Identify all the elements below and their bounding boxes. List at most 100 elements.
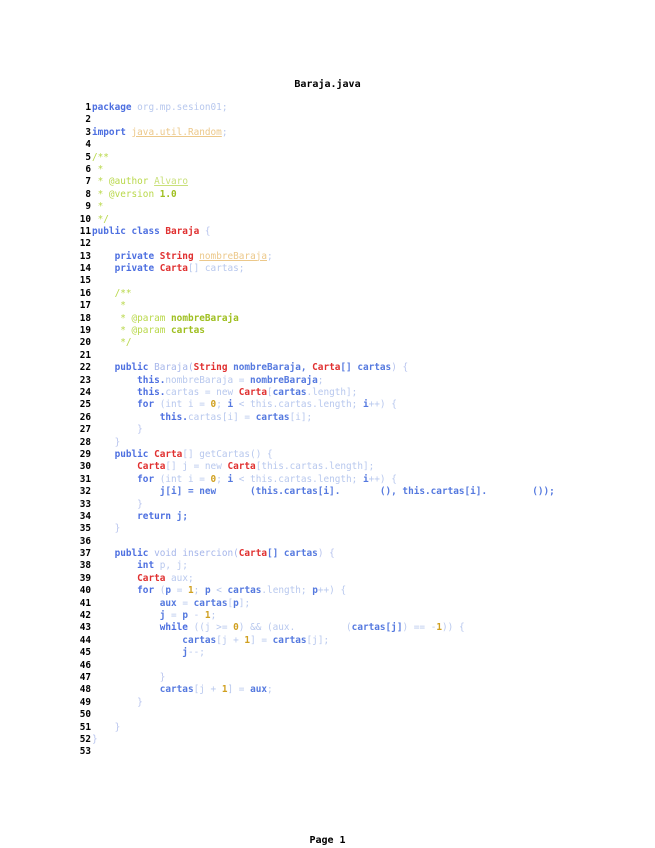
line-number: 22	[79, 362, 91, 374]
code-line: 33 }	[78, 499, 555, 511]
code-token: [j +	[193, 684, 222, 696]
code-token: Carta	[137, 572, 166, 584]
code-token: for	[92, 473, 160, 485]
code-token: }	[92, 721, 121, 733]
code-token: aux	[250, 684, 268, 696]
code-token: ) {	[317, 548, 335, 560]
code-token: ;	[216, 399, 228, 411]
code-token: ;	[210, 610, 217, 622]
code-token: ;	[193, 585, 205, 597]
code-text: }	[91, 499, 143, 511]
code-token: j	[92, 610, 166, 622]
code-token: nombreBaraja	[199, 250, 267, 262]
code-token: j;	[176, 510, 188, 522]
code-token: [j +	[216, 634, 245, 646]
code-text: j--;	[91, 647, 205, 659]
line-number: 24	[79, 386, 91, 398]
code-text: this.cartas = new Carta[cartas.length];	[91, 387, 357, 399]
line-number: 52	[79, 733, 91, 745]
line-number: 45	[79, 647, 91, 659]
code-text: while ((j >= 0) && (aux. (cartas[j]) == …	[91, 622, 465, 634]
code-token: /**	[92, 151, 109, 163]
code-token: ;	[317, 374, 324, 386]
code-line: 38 int p, j;	[78, 560, 555, 572]
line-number: 37	[79, 548, 91, 560]
code-text: public Baraja(String nombreBaraja, Carta…	[91, 362, 409, 374]
code-token: cartas	[227, 585, 262, 597]
code-token: 1.0	[159, 188, 177, 200]
line-number: 41	[79, 597, 91, 609]
line-number: 49	[79, 696, 91, 708]
code-line: 30 Carta[] j = new Carta[this.cartas.len…	[78, 461, 555, 473]
code-token: aux;	[165, 572, 194, 584]
code-listing: 1package org.mp.sesion01; 2 3import java.u…	[78, 102, 555, 759]
code-token: }	[92, 696, 143, 708]
line-number: 40	[79, 585, 91, 597]
code-token: [] cartas	[267, 548, 318, 560]
line-number: 32	[79, 486, 91, 498]
code-line: 25 for (int i = 0; i < this.cartas.lengt…	[78, 399, 555, 411]
code-token: cartas	[272, 386, 307, 398]
code-token: this.	[92, 411, 188, 423]
code-text: aux = cartas[p];	[91, 598, 250, 610]
code-token: (int i =	[159, 473, 211, 485]
line-number: 38	[79, 560, 91, 572]
code-text: j = p - 1;	[91, 610, 217, 622]
line-number: 5	[85, 151, 91, 163]
code-token: cartas[i] =	[187, 411, 256, 423]
line-number: 20	[79, 337, 91, 349]
line-number: 18	[79, 312, 91, 324]
line-number: 12	[79, 238, 91, 250]
line-number: 51	[79, 721, 91, 733]
code-token: ;	[221, 126, 228, 138]
code-token: ((j >=	[193, 622, 234, 634]
code-token: cartas	[255, 411, 290, 423]
code-line: 51 }	[78, 722, 555, 734]
code-token: String	[159, 250, 194, 262]
code-line: 21	[78, 350, 555, 362]
code-token: [] cartas	[340, 362, 392, 374]
code-token: ) == -	[402, 622, 437, 634]
line-number: 19	[79, 325, 91, 337]
line-number: 25	[79, 399, 91, 411]
code-token: < this.cartas.length;	[233, 399, 363, 411]
code-text: }	[91, 437, 121, 449]
line-number: 29	[79, 448, 91, 460]
code-token: j[i] = new (this.cartas[i]. (), this.car…	[92, 486, 555, 498]
code-text: import java.util.Random;	[91, 127, 227, 139]
code-line: 4	[78, 139, 555, 151]
code-token: cartas	[193, 597, 228, 609]
code-token: private	[92, 250, 160, 262]
code-line: 44 cartas[j + 1] = cartas[j];	[78, 635, 555, 647]
code-token: =	[165, 610, 183, 622]
code-line: 48 cartas[j + 1] = aux;	[78, 684, 555, 696]
code-token: private	[92, 263, 160, 275]
code-token: -	[187, 610, 205, 622]
code-token: Baraja	[165, 225, 200, 237]
line-number: 48	[79, 684, 91, 696]
code-line: 16 /**	[78, 288, 555, 300]
code-line: 45 j--;	[78, 647, 555, 659]
line-number: 30	[79, 461, 91, 473]
code-token: cartas	[272, 634, 307, 646]
code-text: *	[91, 201, 104, 213]
line-number: 4	[85, 139, 91, 151]
code-token: ] =	[250, 634, 273, 646]
code-text: }	[91, 672, 166, 684]
code-token: *	[92, 163, 104, 175]
code-line: 36	[78, 536, 555, 548]
code-token: org.mp.sesion01;	[137, 102, 228, 113]
code-line: 37 public void insercion(Carta[] cartas)…	[78, 548, 555, 560]
code-token: /**	[92, 287, 132, 299]
line-number: 36	[79, 535, 91, 547]
code-token: p, j;	[159, 560, 188, 572]
code-text: /**	[91, 152, 109, 164]
code-line: 43 while ((j >= 0) && (aux. (cartas[j]) …	[78, 622, 555, 634]
code-line: 47 }	[78, 672, 555, 684]
code-token: void insercion(	[154, 548, 239, 560]
code-token: */	[92, 337, 132, 349]
code-token: */	[92, 213, 109, 225]
code-line: 20 */	[78, 337, 555, 349]
code-text: private Carta[] cartas;	[91, 263, 245, 275]
code-line: 12	[78, 238, 555, 250]
